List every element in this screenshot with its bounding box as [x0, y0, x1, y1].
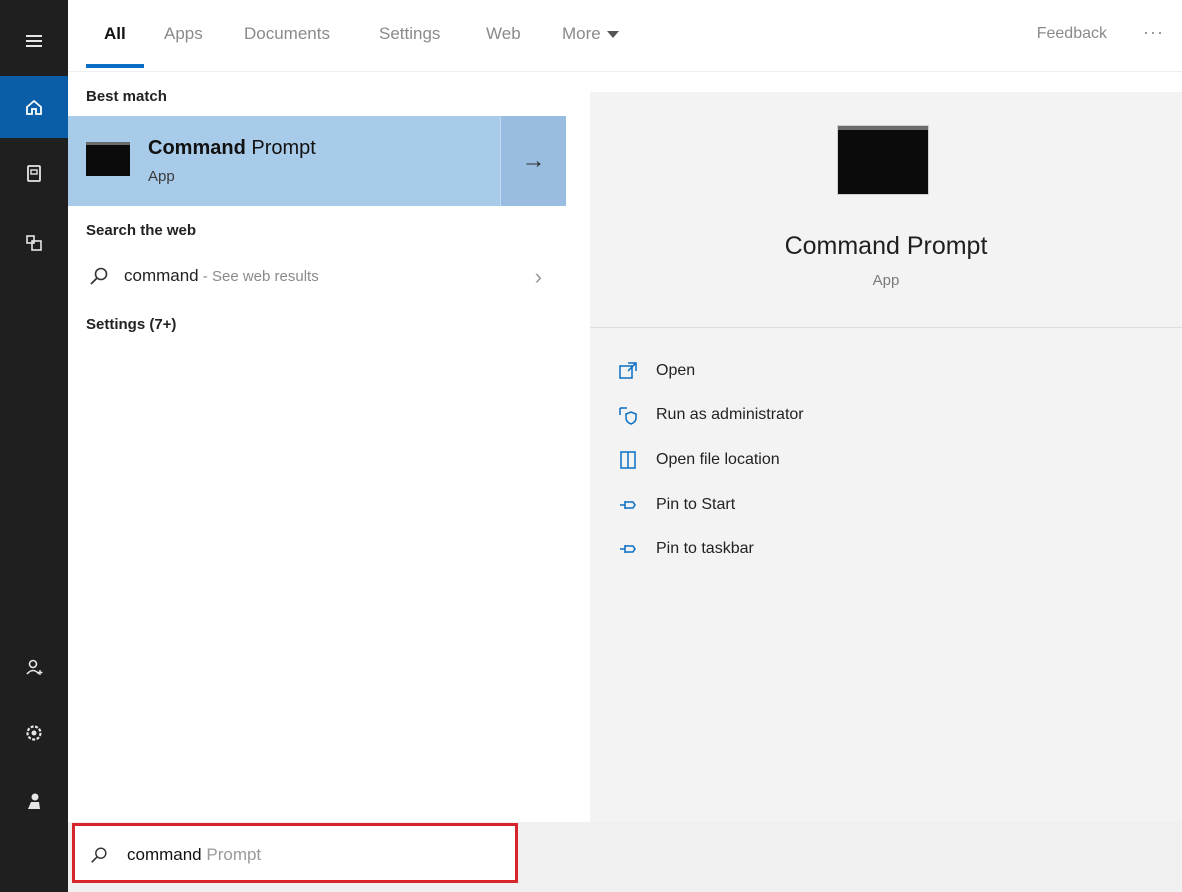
apps-icon[interactable] — [0, 212, 68, 274]
active-tab-indicator — [86, 64, 144, 68]
search-tabs: All Apps Documents Settings Web More Fee… — [68, 0, 1182, 72]
search-typed-text: command — [127, 845, 202, 864]
command-prompt-large-icon — [838, 126, 928, 194]
search-input[interactable]: command Prompt — [72, 823, 518, 883]
action-pin-start-label: Pin to Start — [656, 496, 736, 513]
tab-documents[interactable]: Documents — [244, 24, 330, 44]
chevron-right-icon: › — [534, 264, 542, 289]
search-icon — [90, 267, 108, 285]
best-match-title-bold: Command — [148, 137, 246, 159]
more-options-icon[interactable]: ··· — [1143, 22, 1164, 43]
account-icon[interactable] — [0, 636, 68, 698]
best-match-title: Command Prompt — [148, 137, 316, 160]
web-term-hint: - See web results — [198, 268, 319, 285]
best-match-main[interactable]: Command Prompt App — [68, 116, 500, 206]
action-open[interactable]: Open — [618, 356, 695, 386]
action-open-label: Open — [656, 362, 696, 379]
tab-all[interactable]: All — [104, 24, 126, 44]
web-search-item[interactable]: command - See web results › — [68, 254, 566, 300]
pin-icon — [620, 545, 636, 553]
search-query: command Prompt — [127, 845, 261, 865]
documents-icon[interactable] — [0, 142, 68, 204]
shield-admin-icon — [619, 407, 637, 425]
web-heading: Search the web — [86, 222, 197, 239]
feedback-button[interactable]: Feedback — [1037, 25, 1107, 43]
web-search-term: command - See web results — [124, 266, 319, 286]
detail-pane: Command Prompt App Open Run as administr… — [590, 92, 1182, 822]
action-pin-start[interactable]: Pin to Start — [618, 490, 735, 520]
action-pin-taskbar-label: Pin to taskbar — [656, 540, 754, 557]
best-match-heading: Best match — [86, 88, 167, 105]
action-open-file-location[interactable]: Open file location — [618, 445, 780, 475]
tab-more[interactable]: More — [562, 24, 619, 44]
action-run-admin[interactable]: Run as administrator — [618, 400, 804, 430]
file-location-icon — [620, 451, 636, 469]
action-open-file-location-label: Open file location — [656, 451, 780, 468]
action-run-admin-label: Run as administrator — [656, 406, 804, 423]
best-match-subtitle: App — [148, 168, 175, 185]
expand-arrow-icon[interactable]: → — [500, 116, 566, 206]
tab-more-label: More — [562, 24, 601, 43]
best-match-item[interactable]: Command Prompt App → — [68, 116, 566, 206]
tab-settings[interactable]: Settings — [379, 24, 440, 44]
left-rail — [0, 0, 68, 892]
detail-title: Command Prompt — [784, 232, 988, 260]
web-term-text: command — [124, 266, 199, 285]
tab-web[interactable]: Web — [486, 24, 521, 44]
home-icon[interactable] — [0, 76, 68, 138]
tab-apps[interactable]: Apps — [164, 24, 203, 44]
action-pin-taskbar[interactable]: Pin to taskbar — [618, 534, 754, 564]
user-icon[interactable] — [0, 770, 68, 832]
settings-heading[interactable]: Settings (7+) — [86, 316, 176, 333]
hamburger-icon[interactable] — [0, 10, 68, 72]
command-prompt-icon — [86, 142, 130, 176]
chevron-down-icon — [606, 31, 619, 39]
best-match-title-rest: Prompt — [245, 137, 316, 159]
results-list: Best match Command Prompt App → Search t… — [68, 72, 566, 822]
search-autocomplete: Prompt — [201, 845, 262, 864]
detail-subtitle: App — [872, 272, 900, 289]
pin-icon — [620, 501, 636, 509]
detail-header: Command Prompt App — [590, 92, 1182, 328]
search-icon — [91, 847, 107, 863]
settings-icon[interactable] — [0, 702, 68, 764]
open-icon — [619, 362, 637, 379]
